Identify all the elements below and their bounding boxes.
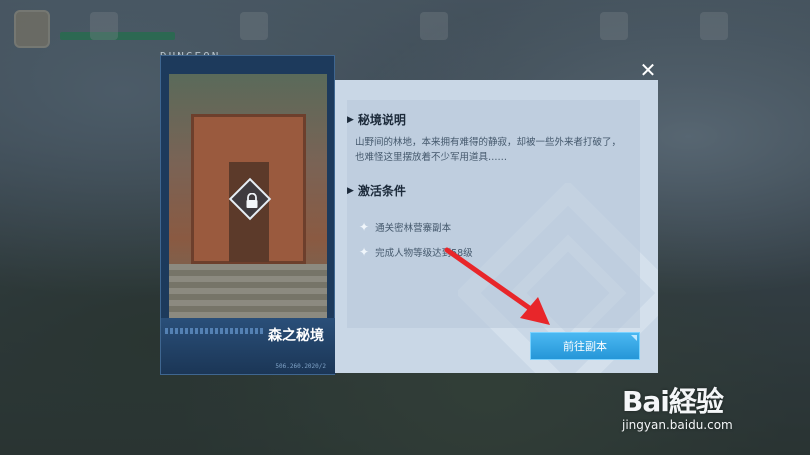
condition-item: ✦ 通关密林营寨副本 bbox=[359, 220, 451, 234]
star-icon: ✦ bbox=[359, 220, 370, 234]
arrow-right-icon: ▶ bbox=[347, 114, 354, 125]
description-text: 山野间的林地，本来拥有难得的静寂，却被一些外来者打破了，也难怪这里摆放着不少军用… bbox=[355, 137, 622, 163]
baidu-watermark: Bai経验 jingyan.baidu.com bbox=[612, 374, 802, 452]
description-heading-label: 秘境说明 bbox=[357, 113, 406, 127]
description-heading: ▶ 秘境说明 bbox=[347, 111, 406, 128]
lock-icon bbox=[242, 191, 262, 211]
star-icon: ✦ bbox=[359, 245, 370, 259]
dungeon-card: 森之秘境 506.260.2020/2 bbox=[160, 55, 336, 375]
go-to-dungeon-button[interactable]: 前往副本 bbox=[530, 332, 640, 360]
dungeon-info-panel: ▶ 秘境说明 山野间的林地，本来拥有难得的静寂，却被一些外来者打破了，也难怪这里… bbox=[335, 80, 658, 373]
button-corner-decoration bbox=[631, 335, 637, 341]
close-icon[interactable]: ✕ bbox=[638, 60, 658, 80]
card-code: 506.260.2020/2 bbox=[275, 363, 326, 370]
watermark-url: jingyan.baidu.com bbox=[622, 418, 733, 432]
baidu-logo: Bai経验 bbox=[622, 385, 724, 418]
conditions-heading: ▶ 激活条件 bbox=[347, 182, 406, 199]
condition-item: ✦ 完成人物等级达到58级 bbox=[359, 245, 473, 259]
card-stripe bbox=[165, 328, 265, 334]
conditions-heading-label: 激活条件 bbox=[357, 184, 406, 198]
dungeon-name: 森之秘境 bbox=[268, 328, 324, 344]
arrow-right-icon: ▶ bbox=[347, 185, 354, 196]
card-footer: 森之秘境 506.260.2020/2 bbox=[161, 318, 336, 374]
condition-text: 通关密林营寨副本 bbox=[375, 223, 452, 234]
condition-text: 完成人物等级达到58级 bbox=[375, 248, 473, 259]
go-to-dungeon-label: 前往副本 bbox=[563, 340, 607, 353]
